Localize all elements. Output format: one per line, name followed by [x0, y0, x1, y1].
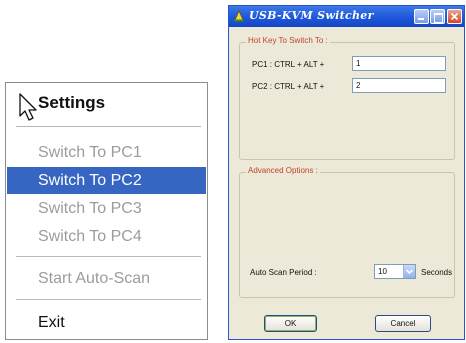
- close-icon: [450, 12, 459, 21]
- pc1-hotkey-input[interactable]: 1: [352, 56, 446, 71]
- app-icon: [234, 10, 244, 22]
- menu-item-switch-pc1[interactable]: Switch To PC1: [7, 139, 206, 166]
- auto-scan-period-value: 10: [378, 267, 387, 276]
- title-bar[interactable]: USB-KVM Switcher: [229, 6, 464, 27]
- pc1-hotkey-label: PC1 : CTRL + ALT +: [252, 60, 325, 69]
- advanced-options-label: Advanced Options :: [246, 166, 320, 175]
- usb-kvm-switcher-window: USB-KVM Switcher Hot Key To Switch To : …: [228, 5, 465, 340]
- close-button[interactable]: [447, 9, 462, 24]
- menu-separator: [16, 126, 201, 127]
- menu-item-switch-pc2[interactable]: Switch To PC2: [7, 167, 206, 194]
- maximize-icon: [434, 13, 443, 23]
- window-title: USB-KVM Switcher: [249, 9, 374, 22]
- pc2-hotkey-label: PC2 : CTRL + ALT +: [252, 82, 325, 91]
- cancel-button[interactable]: Cancel: [375, 315, 431, 332]
- ok-button[interactable]: OK: [264, 315, 317, 332]
- menu-item-switch-pc4[interactable]: Switch To PC4: [7, 223, 206, 250]
- auto-scan-period-select[interactable]: 10: [374, 264, 416, 279]
- dropdown-arrow-button[interactable]: [403, 265, 415, 278]
- seconds-unit-label: Seconds: [421, 268, 453, 277]
- menu-item-switch-pc3[interactable]: Switch To PC3: [7, 195, 206, 222]
- menu-separator: [16, 299, 201, 300]
- hotkey-group-label: Hot Key To Switch To :: [246, 36, 330, 45]
- menu-item-exit[interactable]: Exit: [7, 309, 206, 336]
- hotkey-group: Hot Key To Switch To : PC1 : CTRL + ALT …: [239, 36, 455, 160]
- minimize-icon: [418, 18, 424, 20]
- mouse-pointer-icon: [19, 93, 37, 121]
- maximize-button[interactable]: [430, 9, 445, 24]
- auto-scan-period-label: Auto Scan Period :: [250, 268, 317, 277]
- menu-item-start-auto-scan[interactable]: Start Auto-Scan: [7, 265, 206, 292]
- advanced-options-group: Advanced Options : Auto Scan Period : 10…: [239, 166, 455, 298]
- menu-separator: [16, 256, 201, 257]
- menu-title: Settings: [38, 93, 106, 112]
- minimize-button[interactable]: [414, 9, 429, 24]
- chevron-down-icon: [405, 269, 414, 275]
- pc2-hotkey-input[interactable]: 2: [352, 78, 446, 93]
